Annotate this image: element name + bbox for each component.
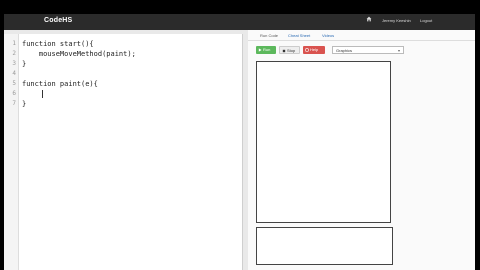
line-number: 7 (12, 100, 16, 107)
output-panel: Run Code Cheat Sheet Videos Run Stop Hel… (248, 30, 475, 270)
run-label: Run (263, 47, 271, 52)
tab-videos[interactable]: Videos (322, 33, 334, 38)
play-icon (258, 48, 262, 52)
code-line[interactable]: function start(){ (22, 39, 94, 49)
line-number: 6 (12, 90, 16, 97)
graphics-canvas[interactable] (256, 61, 391, 223)
brand-logo[interactable]: CodeHS (44, 17, 72, 24)
logout-link[interactable]: Logout (420, 18, 432, 23)
output-mode-value: Graphics (336, 48, 353, 53)
line-number: 1 (12, 40, 16, 47)
chevron-down-icon: ▾ (397, 48, 400, 53)
top-nav-bar: CodeHS Jeremy Keeshin Logout (4, 14, 475, 30)
text-cursor (42, 90, 43, 98)
help-label: Help (310, 47, 319, 52)
code-editor[interactable]: 1 2 3 4 5 6 7 function start(){ mouseMov… (4, 34, 243, 270)
help-icon (305, 48, 309, 52)
user-name-link[interactable]: Jeremy Keeshin (382, 18, 411, 23)
screen: CodeHS Jeremy Keeshin Logout 1 2 3 4 5 6… (0, 0, 480, 270)
stop-label: Stop (287, 48, 296, 53)
stop-button[interactable]: Stop (279, 46, 300, 54)
workspace: 1 2 3 4 5 6 7 function start(){ mouseMov… (4, 30, 475, 270)
code-line[interactable]: function paint(e){ (22, 79, 98, 89)
help-button[interactable]: Help (303, 46, 325, 54)
console-output[interactable] (256, 227, 393, 265)
stop-icon (282, 49, 286, 53)
tab-run-code[interactable]: Run Code (260, 33, 278, 38)
code-line[interactable]: mouseMoveMethod(paint); (22, 49, 136, 59)
line-number: 5 (12, 80, 16, 87)
line-number: 2 (12, 50, 16, 57)
code-line[interactable]: } (22, 99, 26, 109)
code-line[interactable]: } (22, 59, 26, 69)
line-number: 4 (12, 70, 16, 77)
home-icon[interactable] (366, 16, 372, 22)
tab-cheat-sheet[interactable]: Cheat Sheet (288, 33, 310, 38)
output-mode-select[interactable]: Graphics ▾ (332, 46, 404, 54)
output-tabs: Run Code Cheat Sheet Videos (248, 30, 475, 41)
line-number: 3 (12, 60, 16, 67)
run-button[interactable]: Run (256, 46, 276, 54)
